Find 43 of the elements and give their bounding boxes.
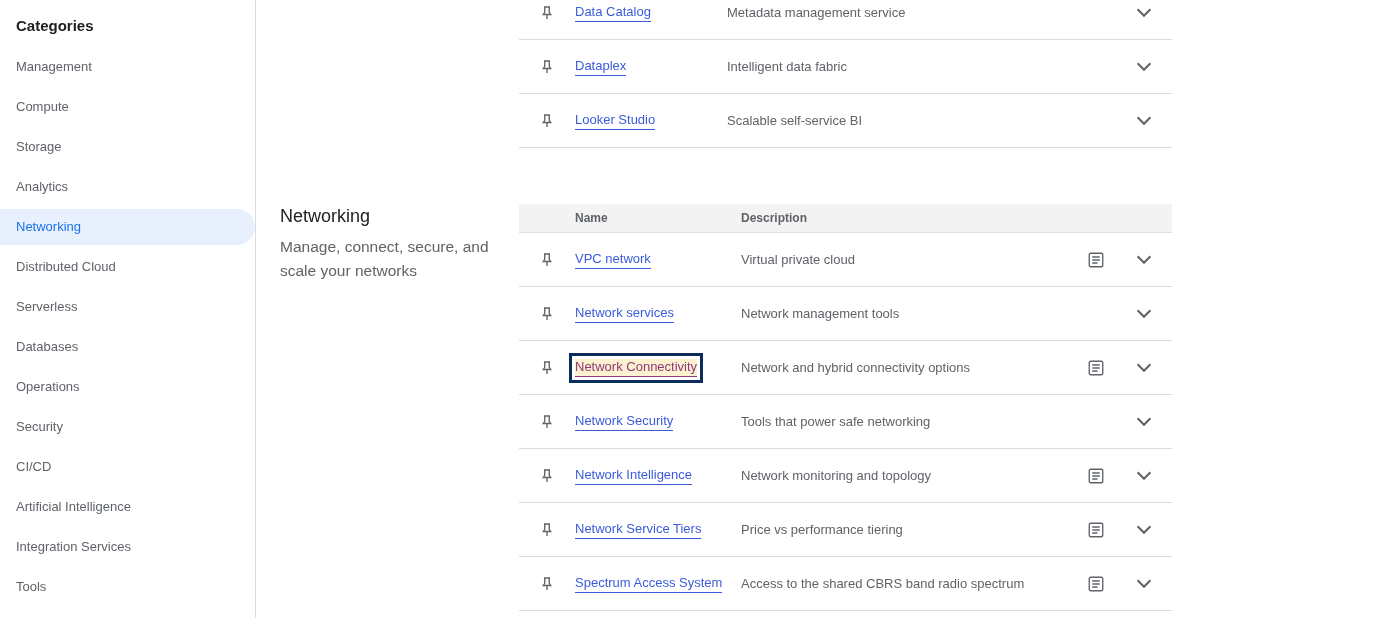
sidebar-item[interactable]: Serverless: [0, 287, 255, 327]
sidebar-item[interactable]: Analytics: [0, 167, 255, 207]
sidebar-item[interactable]: Databases: [0, 327, 255, 367]
service-description: Metadata management service: [727, 5, 907, 20]
service-description: Network and hybrid connectivity options: [741, 360, 972, 375]
sidebar-item[interactable]: Distributed Cloud: [0, 247, 255, 287]
section-title: Networking: [280, 206, 372, 227]
document-icon[interactable]: [1087, 250, 1105, 269]
service-description: Scalable self-service BI: [727, 113, 864, 128]
sidebar-title: Categories: [15, 17, 95, 36]
sidebar-item[interactable]: Operations: [0, 367, 255, 407]
service-description: Tools that power safe networking: [741, 414, 932, 429]
sidebar-item[interactable]: Integration Services: [0, 527, 255, 567]
service-link[interactable]: VPC network: [575, 250, 651, 269]
sidebar-item[interactable]: Security: [0, 407, 255, 447]
sidebar-item[interactable]: Tools: [0, 567, 255, 607]
service-description: Virtual private cloud: [741, 252, 856, 267]
document-icon[interactable]: [1087, 466, 1105, 485]
service-description: Access to the shared CBRS band radio spectrum: [741, 576, 1026, 591]
service-link[interactable]: Network Intelligence: [575, 466, 693, 485]
column-header: Name: [575, 211, 609, 225]
service-link[interactable]: Spectrum Access System: [575, 574, 723, 593]
sidebar-item[interactable]: Artificial Intelligence: [0, 487, 255, 527]
service-link[interactable]: Data Catalog: [575, 3, 651, 22]
sidebar-item[interactable]: Storage: [0, 127, 255, 167]
service-description: Intelligent data fabric: [727, 59, 848, 74]
document-icon[interactable]: [1087, 520, 1105, 539]
document-icon[interactable]: [1087, 358, 1105, 377]
service-description: Price vs performance tiering: [741, 522, 904, 537]
section-description: Manage, connect, secure, and scale your networks: [280, 237, 490, 281]
service-link[interactable]: Dataplex: [575, 57, 627, 76]
service-link[interactable]: Network services: [575, 304, 674, 323]
sidebar-item[interactable]: Management: [0, 47, 255, 87]
sidebar-item[interactable]: CI/CD: [0, 447, 255, 487]
service-link[interactable]: Network Service Tiers: [575, 520, 702, 539]
document-icon[interactable]: [1087, 574, 1105, 593]
service-description: Network management tools: [741, 306, 901, 321]
column-header: Description: [741, 211, 808, 225]
service-link[interactable]: Looker Studio: [575, 111, 656, 130]
sidebar-item[interactable]: Networking: [0, 209, 255, 245]
sidebar-item[interactable]: Compute: [0, 87, 255, 127]
service-description: Network monitoring and topology: [741, 468, 933, 483]
service-link[interactable]: Network Security: [575, 412, 674, 431]
